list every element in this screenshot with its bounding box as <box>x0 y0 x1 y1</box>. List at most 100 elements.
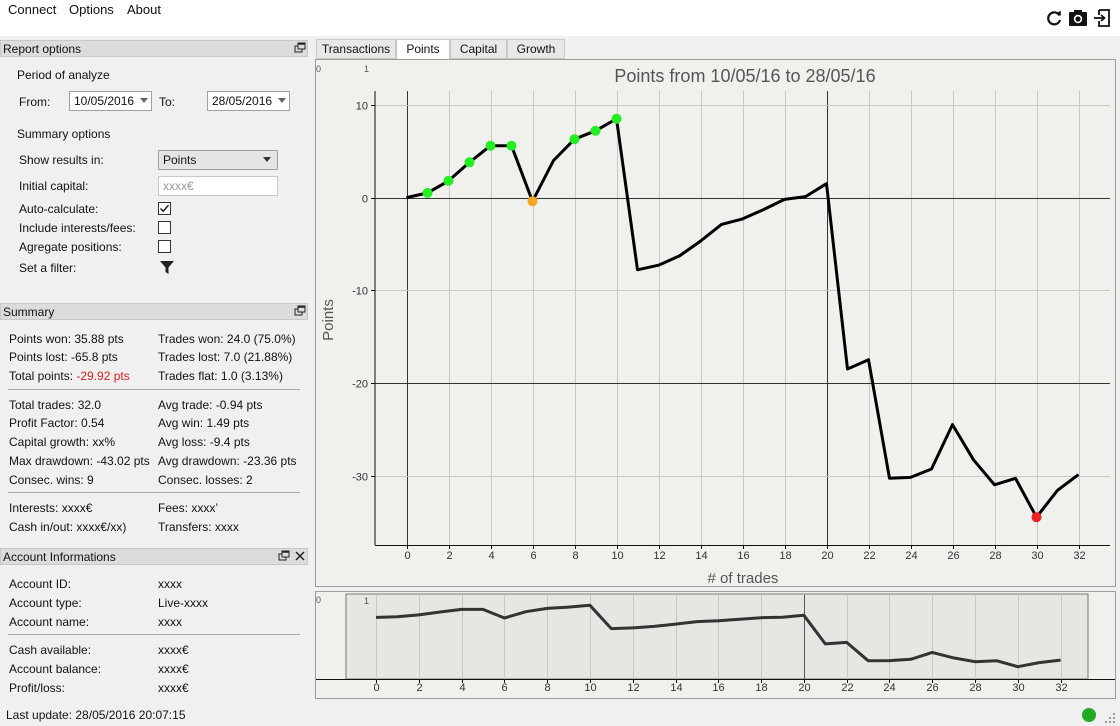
camera-icon[interactable] <box>1068 8 1088 28</box>
to-date-picker[interactable]: 28/05/2016 <box>207 91 290 111</box>
float-panel-icon[interactable] <box>294 42 306 54</box>
transfers: Transfers: xxxx <box>158 520 239 534</box>
x-tick-label: 16 <box>737 550 749 562</box>
overview-chart[interactable]: 0 1 0 2 4 6 8 10 12 14 16 18 20 22 24 26 28 30 32 <box>315 591 1116 700</box>
overview-x-tick-label: 32 <box>1055 682 1067 694</box>
data-point <box>506 140 517 151</box>
overview-x-tick-label: 20 <box>798 682 810 694</box>
y-tick-label: -20 <box>352 379 368 391</box>
from-date-value: 10/05/2016 <box>74 94 135 108</box>
auto-calculate-checkbox[interactable] <box>158 202 171 215</box>
refresh-icon[interactable] <box>1044 8 1064 28</box>
overview-corner-1: 1 <box>364 596 369 606</box>
overview-x-tick-label: 28 <box>969 682 981 694</box>
resize-grip-icon[interactable] <box>1104 712 1116 724</box>
corner-label-0: 0 <box>316 64 321 74</box>
float-panel-icon[interactable] <box>294 305 306 317</box>
overview-x-tick-label: 0 <box>373 682 379 694</box>
profit-loss-value: xxxx€ <box>158 681 189 695</box>
overview-x-tick-label: 12 <box>627 682 639 694</box>
trades-lost: Trades lost: 7.0 (21.88%) <box>158 350 293 364</box>
overview-x-tick-label: 2 <box>416 682 422 694</box>
cash-in-out: Cash in/out: xxxx€/xx) <box>9 520 127 534</box>
initial-capital-label: Initial capital: <box>19 179 89 193</box>
data-point <box>464 157 475 168</box>
export-icon[interactable] <box>1092 8 1112 28</box>
show-results-select[interactable]: Points <box>158 150 278 170</box>
float-panel-icon[interactable] <box>278 550 290 562</box>
trades-flat: Trades flat: 1.0 (3.13%) <box>158 369 283 383</box>
cash-available-label: Cash available: <box>9 643 92 657</box>
total-points-label: Total points: <box>9 369 77 383</box>
x-tick-label: 8 <box>572 550 578 562</box>
divider <box>8 634 300 635</box>
initial-capital-field[interactable]: xxxx€ <box>158 176 278 196</box>
account-id-label: Account ID: <box>9 577 72 591</box>
overview-x-tick-label: 26 <box>926 682 938 694</box>
overview-x-tick-label: 22 <box>841 682 853 694</box>
include-interests-label: Include interests/fees: <box>19 221 136 235</box>
overview-x-tick-label: 10 <box>584 682 596 694</box>
tab-transactions[interactable]: Transactions <box>316 39 396 59</box>
x-tick-label: 20 <box>821 550 833 562</box>
x-tick-label: 4 <box>488 550 494 562</box>
aggregate-checkbox[interactable] <box>158 240 171 253</box>
tab-capital[interactable]: Capital <box>450 39 507 59</box>
data-point <box>611 113 622 124</box>
corner-label-1: 1 <box>364 64 369 74</box>
consec-losses: Consec. losses: 2 <box>158 473 253 487</box>
report-options-header: Report options <box>0 40 308 57</box>
x-tick-label: 12 <box>653 550 665 562</box>
y-tick-label: 0 <box>362 194 368 206</box>
overview-x-tick-label: 24 <box>883 682 895 694</box>
avg-loss: Avg loss: -9.4 pts <box>158 435 250 449</box>
x-tick-label: 30 <box>1031 550 1043 562</box>
account-title: Account Informations <box>3 550 116 564</box>
x-tick-label: 18 <box>779 550 791 562</box>
tab-points[interactable]: Points <box>396 39 450 60</box>
account-type-value: Live-xxxx <box>158 596 209 610</box>
account-name-value: xxxx <box>158 615 182 629</box>
last-update: Last update: 28/05/2016 20:07:15 <box>6 708 186 722</box>
initial-capital-placeholder: xxxx€ <box>163 179 194 193</box>
chart-title: Points from 10/05/16 to 28/05/16 <box>614 66 875 86</box>
connection-status-indicator <box>1082 708 1096 722</box>
show-results-value: Points <box>163 153 197 167</box>
summary-title: Summary <box>3 305 55 319</box>
overview-x-tick-label: 8 <box>544 682 550 694</box>
from-date-picker[interactable]: 10/05/2016 <box>69 91 152 111</box>
data-point <box>1031 512 1042 523</box>
avg-win: Avg win: 1.49 pts <box>158 416 250 430</box>
overview-selection[interactable] <box>345 593 1089 680</box>
include-interests-checkbox[interactable] <box>158 221 171 234</box>
close-icon[interactable] <box>294 550 306 562</box>
overview-corner-0: 0 <box>316 595 321 605</box>
fees: Fees: xxxx’ <box>158 501 219 515</box>
divider <box>8 492 300 493</box>
data-point <box>485 140 496 151</box>
menu-connect[interactable]: Connect <box>8 2 56 17</box>
x-tick-label: 10 <box>611 550 623 562</box>
profit-factor: Profit Factor: 0.54 <box>9 416 105 430</box>
data-point <box>590 125 601 136</box>
data-point <box>569 134 580 145</box>
account-name-label: Account name: <box>9 615 90 629</box>
points-won: Points won: 35.88 pts <box>9 332 124 346</box>
aggregate-label: Agregate positions: <box>19 240 122 254</box>
overview-x-tick-label: 30 <box>1012 682 1024 694</box>
x-axis-label: # of trades <box>708 570 779 587</box>
cash-available-value: xxxx€ <box>158 643 189 657</box>
x-tick-label: 26 <box>947 550 959 562</box>
tab-growth[interactable]: Growth <box>507 39 565 59</box>
y-tick-label: -30 <box>352 472 368 484</box>
capital-growth: Capital growth: xx% <box>9 435 116 449</box>
menu-options[interactable]: Options <box>69 2 114 17</box>
data-point <box>422 187 433 198</box>
filter-icon[interactable] <box>159 259 175 275</box>
to-label: To: <box>159 95 176 109</box>
overview-x-tick-label: 18 <box>755 682 767 694</box>
menu-about[interactable]: About <box>127 2 161 17</box>
y-tick-label: -10 <box>352 286 368 298</box>
data-point <box>443 175 454 186</box>
menu-bar: Connect Options About <box>0 0 1120 36</box>
